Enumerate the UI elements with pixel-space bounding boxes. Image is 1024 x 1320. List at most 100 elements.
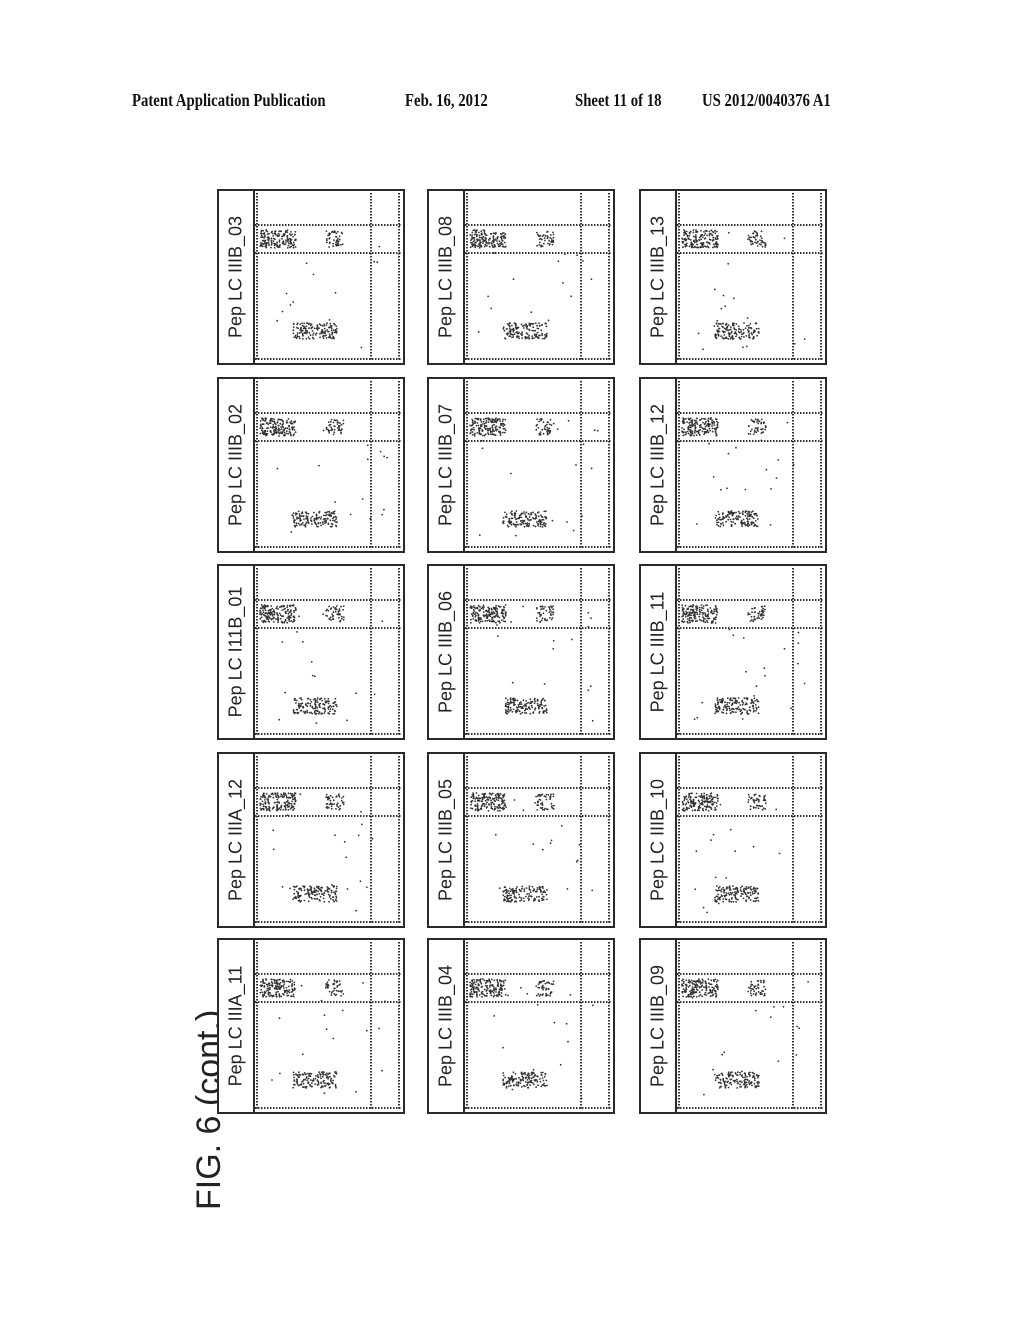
- event-dot: [689, 621, 691, 624]
- event-dot: [506, 333, 509, 336]
- event-dot: [551, 611, 553, 613]
- event-dot: [702, 619, 705, 622]
- event-dot: [735, 892, 738, 895]
- event-dot: [505, 328, 508, 330]
- event-dot: [542, 234, 545, 236]
- event-dot: [339, 432, 342, 435]
- event-dot: [530, 1072, 533, 1074]
- event-dot: [483, 245, 486, 248]
- event-dot: [502, 982, 505, 984]
- event-dot: [305, 512, 308, 515]
- event-dot: [355, 909, 358, 912]
- event-dot: [712, 803, 715, 806]
- event-dot: [264, 420, 266, 422]
- event-dot: [741, 718, 744, 720]
- event-dot: [314, 333, 317, 336]
- event-dot: [748, 897, 750, 900]
- event-dot: [727, 892, 730, 895]
- event-dot: [470, 429, 472, 432]
- event-dot: [278, 718, 281, 721]
- event-dot: [722, 886, 725, 889]
- cluster-left-band: [469, 604, 507, 624]
- event-dot: [526, 523, 529, 526]
- event-dot: [505, 702, 507, 705]
- event-dot: [262, 808, 265, 811]
- event-dot: [769, 1016, 772, 1018]
- event-dot: [259, 802, 262, 805]
- event-dot: [327, 712, 330, 715]
- event-dot: [508, 522, 511, 524]
- event-dot: [277, 424, 280, 427]
- event-dot: [517, 523, 519, 526]
- event-dot: [701, 981, 704, 984]
- event-dot: [335, 605, 338, 607]
- event-dot: [281, 235, 283, 238]
- event-dot: [294, 431, 297, 434]
- event-dot: [323, 518, 325, 520]
- event-dot: [753, 615, 756, 618]
- event-dot: [259, 804, 262, 807]
- event-dot: [504, 993, 507, 996]
- event-dot: [335, 796, 338, 798]
- event-dot: [275, 607, 278, 610]
- event-dot: [326, 329, 328, 331]
- event-dot: [503, 431, 506, 434]
- event-dot: [717, 1081, 720, 1084]
- event-dot: [260, 242, 262, 244]
- event-dot: [332, 606, 335, 608]
- event-dot: [535, 516, 537, 519]
- event-dot: [319, 895, 322, 898]
- event-dot: [719, 803, 722, 806]
- event-dot: [294, 609, 297, 612]
- event-dot: [511, 1080, 514, 1082]
- event-dot: [316, 327, 319, 329]
- event-dot: [506, 699, 509, 701]
- event-dot: [481, 429, 484, 432]
- event-dot: [365, 886, 368, 889]
- event-dot: [290, 420, 293, 422]
- event-dot: [335, 808, 337, 810]
- event-dot: [694, 424, 696, 427]
- event-dot: [328, 242, 331, 245]
- event-dot: [753, 801, 756, 804]
- event-dot: [485, 613, 488, 616]
- event-dot: [486, 242, 489, 245]
- event-dot: [482, 434, 484, 437]
- event-dot: [285, 980, 288, 983]
- event-dot: [524, 1077, 527, 1080]
- event-dot: [763, 985, 765, 988]
- event-dot: [723, 1051, 726, 1054]
- event-dot: [261, 236, 264, 238]
- event-dot: [681, 606, 684, 609]
- event-dot: [729, 712, 732, 715]
- event-dot: [502, 1078, 505, 1081]
- event-dot: [757, 1076, 759, 1079]
- event-dot: [707, 613, 709, 616]
- event-dot: [692, 614, 695, 617]
- event-dot: [301, 1073, 304, 1076]
- event-dot: [545, 711, 548, 714]
- event-dot: [328, 1072, 331, 1074]
- event-dot: [297, 892, 299, 894]
- event-dot: [548, 608, 551, 611]
- event-dot: [685, 610, 687, 613]
- event-dot: [266, 798, 268, 800]
- event-dot: [271, 230, 273, 233]
- event-dot: [746, 1075, 748, 1078]
- event-dot: [546, 981, 548, 984]
- event-dot: [737, 697, 740, 699]
- event-dot: [369, 517, 372, 520]
- event-dot: [682, 982, 685, 985]
- event-dot: [300, 523, 303, 525]
- event-dot: [536, 1080, 539, 1083]
- event-dot: [270, 239, 273, 242]
- event-dot: [752, 900, 755, 902]
- event-dot: [322, 613, 325, 616]
- event-dot: [527, 1073, 530, 1075]
- event-dot: [470, 621, 472, 624]
- event-dot: [330, 326, 332, 329]
- event-dot: [548, 611, 551, 614]
- event-dot: [263, 235, 266, 237]
- event-dot: [333, 891, 335, 893]
- event-dot: [713, 608, 716, 611]
